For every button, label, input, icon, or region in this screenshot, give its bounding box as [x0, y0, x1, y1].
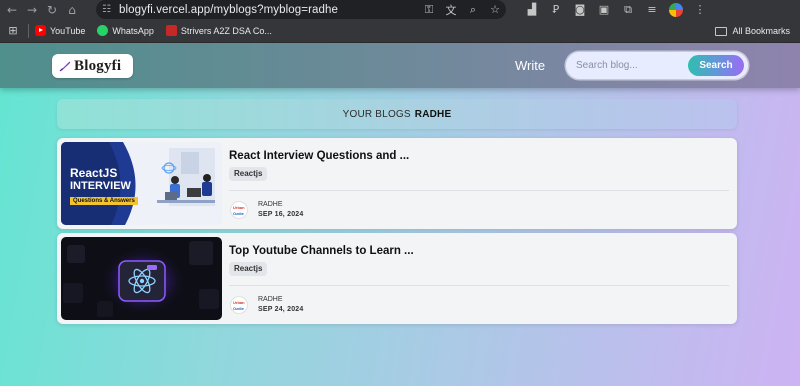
search-box: Search: [566, 52, 748, 79]
url-text: blogyfi.vercel.app/myblogs?myblog=radhe: [118, 3, 338, 16]
section-title-prefix: YOUR BLOGS: [342, 108, 411, 120]
avatar-text-line1: Urban: [233, 300, 245, 305]
extensions-puzzle-icon[interactable]: ⧉: [616, 3, 640, 17]
react-logo-illustration: [61, 237, 222, 320]
logo-text: Blogyfi: [74, 57, 122, 74]
url-bar[interactable]: ☷ blogyfi.vercel.app/myblogs?myblog=radh…: [96, 0, 506, 19]
bookmark-label: WhatsApp: [112, 25, 154, 36]
search-input[interactable]: [576, 57, 686, 74]
bookmark-label: Strivers A2Z DSA Co...: [180, 25, 272, 36]
whatsapp-icon: [97, 25, 109, 36]
reload-icon[interactable]: ↻: [42, 0, 62, 19]
folder-icon: [715, 26, 728, 36]
blog-thumbnail[interactable]: [61, 237, 222, 320]
bookmark-star-icon[interactable]: ☆: [484, 3, 506, 16]
translate-icon[interactable]: 文: [440, 2, 462, 18]
youtube-icon: [35, 25, 46, 36]
blogyfi-logo[interactable]: Blogyfi: [52, 54, 133, 78]
extension-camera-icon[interactable]: ◙: [568, 3, 592, 16]
extension-translate-icon[interactable]: Ꝑ: [544, 3, 568, 16]
avatar-text-line2: Ozdie: [233, 306, 244, 311]
all-bookmarks-label: All Bookmarks: [732, 26, 790, 36]
blog-tag: Reactjs: [229, 262, 268, 276]
bookmark-strivers[interactable]: Strivers A2Z DSA Co...: [165, 25, 272, 36]
avatar-text-line2: Ozdie: [233, 211, 244, 216]
avatar-text-line1: Urban: [233, 205, 245, 210]
home-icon[interactable]: ⌂: [62, 0, 82, 19]
author-avatar: Urban Ozdie: [230, 296, 248, 314]
browser-address-bar-row: ← → ↻ ⌂ ☷ blogyfi.vercel.app/myblogs?myb…: [0, 0, 800, 19]
back-arrow-icon[interactable]: ←: [2, 0, 22, 19]
quill-pen-icon: [59, 61, 71, 72]
thumbnail-title-line1: ReactJS: [70, 166, 118, 180]
blog-tag: Reactjs: [229, 167, 268, 181]
blog-title[interactable]: React Interview Questions and ...: [229, 150, 409, 162]
bookmark-youtube[interactable]: YouTube: [35, 25, 85, 36]
blog-thumbnail[interactable]: ReactJS INTERVIEW Questions & Answers: [61, 142, 222, 225]
tab-search-icon[interactable]: ≡: [640, 3, 664, 16]
takeuforward-icon: [165, 25, 177, 36]
key-icon[interactable]: ⚿: [418, 3, 440, 17]
bookmark-label: YouTube: [50, 25, 86, 36]
bookmarks-bar: ⊞ YouTube WhatsApp Strivers A2Z DSA Co..…: [0, 19, 800, 43]
site-header: Blogyfi Write Search: [0, 43, 800, 88]
site-info-icon[interactable]: ☷: [102, 4, 111, 15]
forward-arrow-icon[interactable]: →: [22, 0, 42, 19]
blog-card[interactable]: Top Youtube Channels to Learn ... Reactj…: [57, 233, 737, 324]
publish-date: SEP 24, 2024: [258, 306, 304, 313]
bookmarks-divider: [28, 23, 29, 38]
thumbnail-subtitle: Questions & Answers: [70, 197, 138, 205]
menu-kebab-icon[interactable]: ⋮: [688, 3, 712, 16]
thumbnail-title-line2: INTERVIEW: [70, 180, 131, 192]
blog-title[interactable]: Top Youtube Channels to Learn ...: [229, 245, 414, 257]
publish-date: SEP 16, 2024: [258, 211, 304, 218]
author-avatar: Urban Ozdie: [230, 201, 248, 219]
card-divider: [229, 190, 729, 191]
card-divider: [229, 285, 729, 286]
author-name: RADHE: [258, 201, 283, 208]
write-link[interactable]: Write: [515, 58, 545, 73]
author-name: RADHE: [258, 296, 283, 303]
section-title: YOUR BLOGS RADHE: [57, 99, 737, 129]
zoom-icon[interactable]: ⌕: [462, 3, 484, 17]
section-title-username: RADHE: [414, 108, 452, 120]
extension-signal-icon[interactable]: ▟: [520, 3, 544, 16]
all-bookmarks-button[interactable]: All Bookmarks: [715, 19, 790, 43]
blog-card[interactable]: ReactJS INTERVIEW Questions & Answers Re…: [57, 138, 737, 229]
page-content: Blogyfi Write Search YOUR BLOGS RADHE: [0, 43, 800, 386]
extension-lock-icon[interactable]: ▣: [592, 3, 616, 16]
apps-grid-icon[interactable]: ⊞: [2, 24, 24, 37]
bookmark-whatsapp[interactable]: WhatsApp: [97, 25, 154, 36]
search-button[interactable]: Search: [688, 55, 744, 76]
profile-avatar[interactable]: [669, 2, 683, 17]
